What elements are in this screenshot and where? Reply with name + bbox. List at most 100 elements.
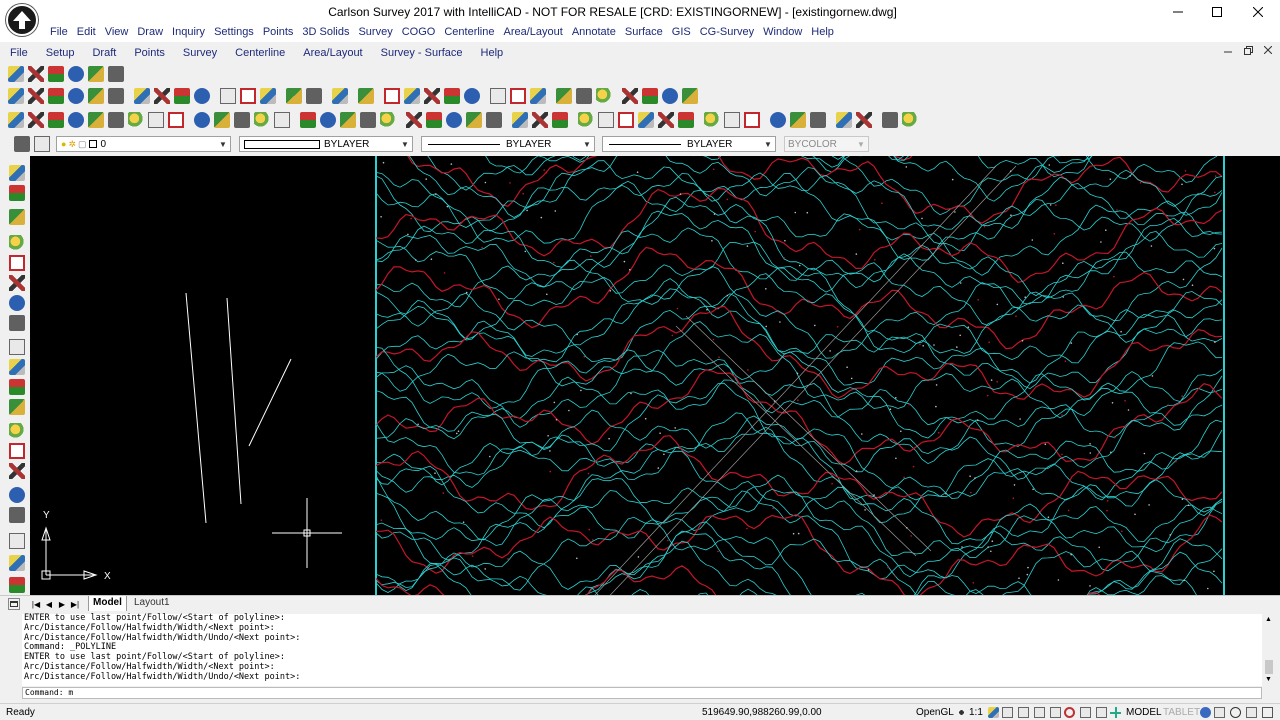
quick-tool-icon[interactable] <box>8 66 24 82</box>
settings-gear-icon[interactable] <box>1200 707 1211 718</box>
close-button[interactable] <box>1236 0 1280 24</box>
menu-surface[interactable]: Surface <box>621 26 667 38</box>
standard-tool-icon[interactable] <box>108 88 124 104</box>
menu2-setup[interactable]: Setup <box>42 47 79 59</box>
survey-tool-icon[interactable] <box>8 112 24 128</box>
standard-tool-icon[interactable] <box>174 88 190 104</box>
doc-restore-button[interactable] <box>1242 44 1254 56</box>
standard-tool-icon[interactable] <box>444 88 460 104</box>
scroll-thumb[interactable] <box>1265 660 1273 674</box>
standard-tool-icon[interactable] <box>260 88 276 104</box>
survey-tool-icon[interactable] <box>320 112 336 128</box>
view-tool-icon[interactable] <box>9 359 25 375</box>
menu-file[interactable]: File <box>46 26 72 38</box>
quick-tool-icon[interactable] <box>68 66 84 82</box>
view-tool-icon[interactable] <box>9 463 25 479</box>
survey-tool-icon[interactable] <box>678 112 694 128</box>
view-tool-icon[interactable] <box>9 185 25 201</box>
standard-tool-icon[interactable] <box>490 88 506 104</box>
doc-minimize-button[interactable] <box>1222 44 1234 56</box>
view-tool-icon[interactable] <box>9 533 25 549</box>
carlson-logo-icon[interactable] <box>6 4 38 36</box>
survey-tool-icon[interactable] <box>148 112 164 128</box>
survey-tool-icon[interactable] <box>724 112 740 128</box>
survey-tool-icon[interactable] <box>770 112 786 128</box>
menu-cg-survey[interactable]: CG-Survey <box>696 26 758 38</box>
menu-edit[interactable]: Edit <box>73 26 100 38</box>
view-tool-icon[interactable] <box>9 339 25 355</box>
menu-draw[interactable]: Draw <box>133 26 167 38</box>
standard-tool-icon[interactable] <box>134 88 150 104</box>
tab-model[interactable]: Model <box>88 596 127 612</box>
menu-settings[interactable]: Settings <box>210 26 258 38</box>
ortho-icon[interactable] <box>1018 707 1029 718</box>
survey-tool-icon[interactable] <box>810 112 826 128</box>
plotstyle-combo[interactable]: BYCOLOR ▼ <box>784 136 869 152</box>
menu-annotate[interactable]: Annotate <box>568 26 620 38</box>
survey-tool-icon[interactable] <box>274 112 290 128</box>
standard-tool-icon[interactable] <box>622 88 638 104</box>
menu-cogo[interactable]: COGO <box>398 26 440 38</box>
standard-tool-icon[interactable] <box>464 88 480 104</box>
survey-tool-icon[interactable] <box>214 112 230 128</box>
standard-tool-icon[interactable] <box>286 88 302 104</box>
menu2-help[interactable]: Help <box>477 47 508 59</box>
survey-tool-icon[interactable] <box>598 112 614 128</box>
tab-first-button[interactable]: |◀ <box>30 598 42 610</box>
survey-tool-icon[interactable] <box>552 112 568 128</box>
survey-tool-icon[interactable] <box>638 112 654 128</box>
standard-tool-icon[interactable] <box>662 88 678 104</box>
menu2-survey[interactable]: Survey <box>179 47 221 59</box>
menu-window[interactable]: Window <box>759 26 806 38</box>
menu-survey[interactable]: Survey <box>354 26 396 38</box>
menu2-points[interactable]: Points <box>130 47 169 59</box>
standard-tool-icon[interactable] <box>358 88 374 104</box>
standard-tool-icon[interactable] <box>556 88 572 104</box>
view-tool-icon[interactable] <box>9 165 25 181</box>
clean-screen-icon[interactable] <box>1246 707 1257 718</box>
survey-tool-icon[interactable] <box>578 112 594 128</box>
view-tool-icon[interactable] <box>9 235 25 251</box>
standard-tool-icon[interactable] <box>194 88 210 104</box>
lineweight-icon[interactable] <box>1050 707 1061 718</box>
standard-tool-icon[interactable] <box>240 88 256 104</box>
esnap-tracking-icon[interactable] <box>1080 707 1091 718</box>
resize-grip-icon[interactable] <box>1262 707 1273 718</box>
survey-tool-icon[interactable] <box>48 112 64 128</box>
maximize-button[interactable] <box>1195 0 1239 24</box>
survey-tool-icon[interactable] <box>658 112 674 128</box>
survey-tool-icon[interactable] <box>28 112 44 128</box>
view-tool-icon[interactable] <box>9 379 25 395</box>
survey-tool-icon[interactable] <box>88 112 104 128</box>
menu-help[interactable]: Help <box>807 26 838 38</box>
survey-tool-icon[interactable] <box>836 112 852 128</box>
menu-points[interactable]: Points <box>259 26 298 38</box>
survey-tool-icon[interactable] <box>446 112 462 128</box>
view-tool-icon[interactable] <box>9 555 25 571</box>
view-tool-icon[interactable] <box>9 275 25 291</box>
view-tool-icon[interactable] <box>9 315 25 331</box>
polar-icon[interactable] <box>1034 707 1045 718</box>
standard-tool-icon[interactable] <box>530 88 546 104</box>
standard-tool-icon[interactable] <box>154 88 170 104</box>
view-tool-icon[interactable] <box>9 507 25 523</box>
window-layout-icon[interactable] <box>1214 707 1225 718</box>
minimize-button[interactable] <box>1156 0 1200 24</box>
standard-tool-icon[interactable] <box>424 88 440 104</box>
command-input[interactable]: Command: m <box>22 687 1262 699</box>
survey-tool-icon[interactable] <box>168 112 184 128</box>
survey-tool-icon[interactable] <box>194 112 210 128</box>
view-tool-icon[interactable] <box>9 255 25 271</box>
tab-last-button[interactable]: ▶| <box>69 598 81 610</box>
survey-tool-icon[interactable] <box>426 112 442 128</box>
view-tool-icon[interactable] <box>9 487 25 503</box>
survey-tool-icon[interactable] <box>486 112 502 128</box>
survey-tool-icon[interactable] <box>790 112 806 128</box>
quick-tool-icon[interactable] <box>48 66 64 82</box>
menu-3d-solids[interactable]: 3D Solids <box>298 26 353 38</box>
menu2-area-layout[interactable]: Area/Layout <box>299 47 366 59</box>
linetype-combo[interactable]: BYLAYER ▼ <box>421 136 595 152</box>
standard-tool-icon[interactable] <box>8 88 24 104</box>
survey-tool-icon[interactable] <box>340 112 356 128</box>
standard-tool-icon[interactable] <box>68 88 84 104</box>
